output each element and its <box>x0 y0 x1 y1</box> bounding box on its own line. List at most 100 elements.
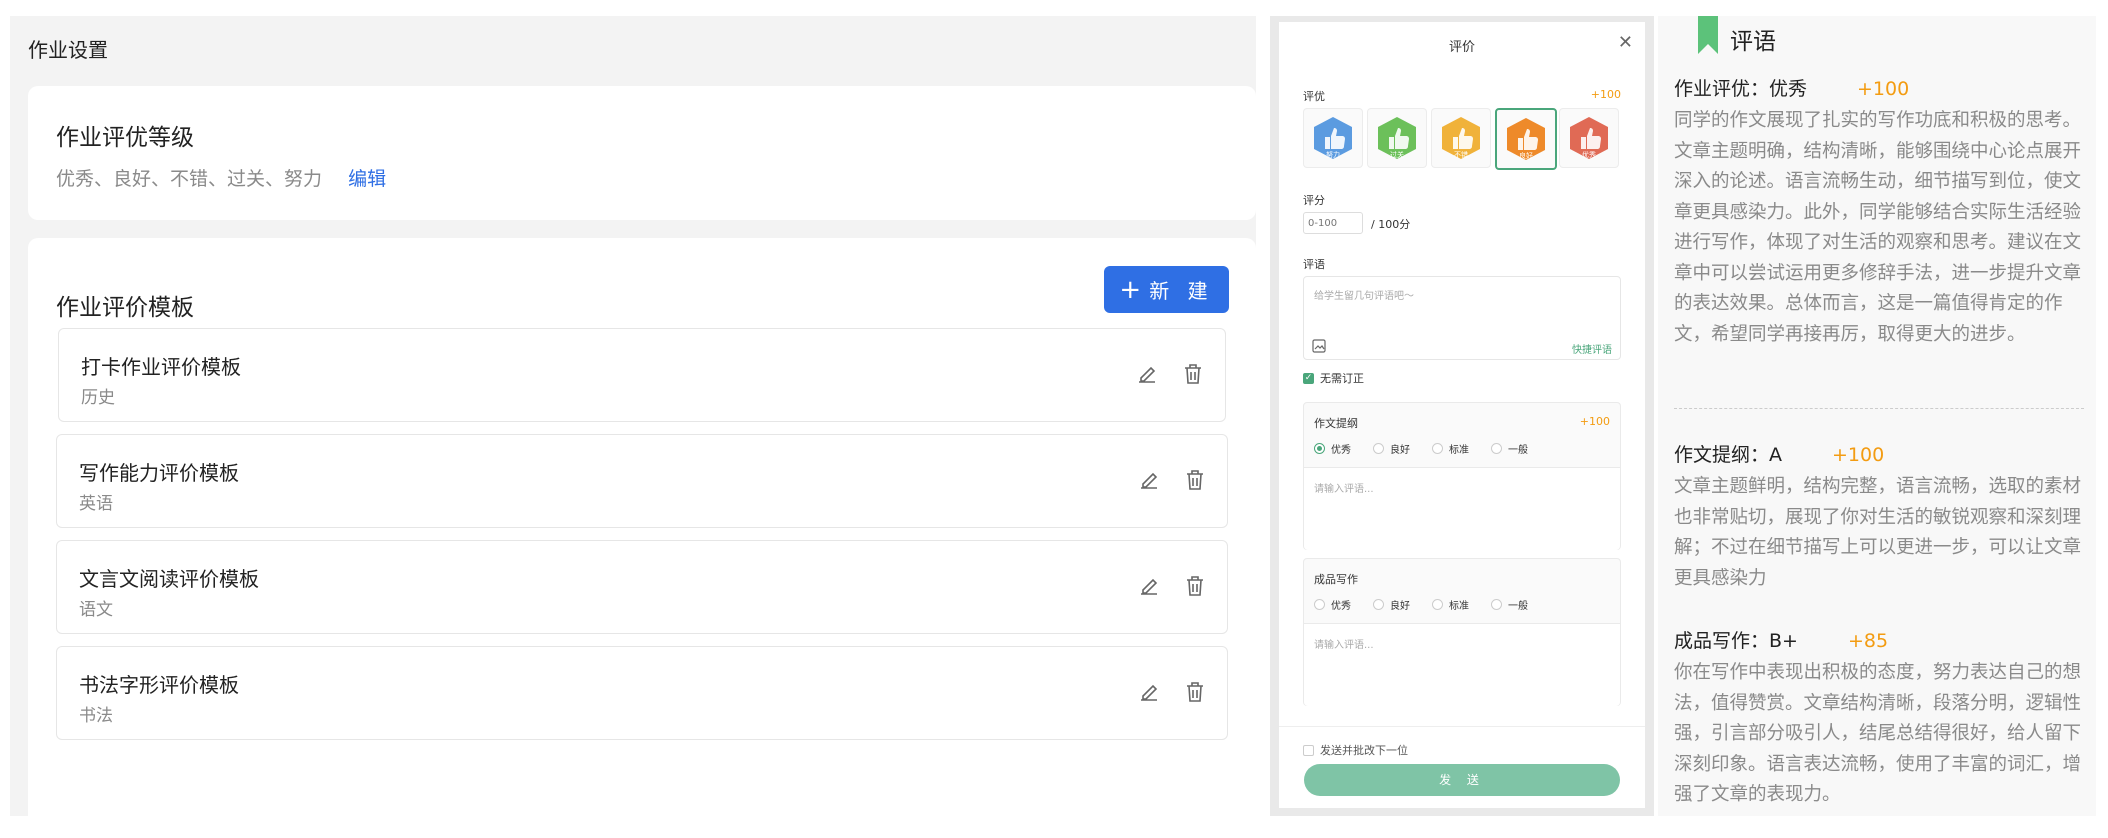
template-name: 打卡作业评价模板 <box>81 355 241 379</box>
badge-icon: 努力 <box>1314 117 1352 159</box>
rubric-title: 成品写作 <box>1314 573 1358 586</box>
badge-option[interactable]: 努力 <box>1303 108 1363 168</box>
image-icon[interactable] <box>1312 339 1326 353</box>
rubric-placeholder: 请输入评语... <box>1314 640 1374 651</box>
comment-placeholder: 给学生留几句评语吧～ <box>1314 291 1414 302</box>
radio-option[interactable]: 良好 <box>1373 441 1410 456</box>
template-name: 文言文阅读评价模板 <box>79 567 259 591</box>
score-unit: / 100分 <box>1371 218 1411 231</box>
rubric-comment-input[interactable]: 请输入评语... <box>1304 623 1620 706</box>
dashed-divider <box>1674 408 2084 409</box>
close-icon[interactable]: ✕ <box>1618 34 1633 52</box>
badge-icon: 不错 <box>1442 117 1480 159</box>
comment-label: 评语 <box>1303 258 1325 271</box>
template-name: 写作能力评价模板 <box>79 461 239 485</box>
radio-icon <box>1373 443 1384 454</box>
score-input[interactable] <box>1303 212 1363 234</box>
plus-icon: + <box>1119 274 1142 305</box>
checkbox-checked-icon: ✓ <box>1303 372 1314 384</box>
rating-score: +100 <box>1590 88 1621 101</box>
new-template-button[interactable]: + 新 建 <box>1104 266 1229 313</box>
radio-label: 良好 <box>1390 601 1410 612</box>
radio-label: 良好 <box>1390 445 1410 456</box>
trash-icon[interactable] <box>1183 680 1207 704</box>
radio-icon <box>1432 599 1443 610</box>
new-button-label: 新 建 <box>1149 279 1214 303</box>
template-subject: 书法 <box>79 706 113 726</box>
radio-option[interactable]: 优秀 <box>1314 441 1351 456</box>
comment-score: +100 <box>1857 78 1910 100</box>
comment-heading: 作业评优：优秀 +100 <box>1674 74 1909 101</box>
radio-icon <box>1491 599 1502 610</box>
radio-option[interactable]: 优秀 <box>1314 597 1351 612</box>
radio-selected-icon <box>1314 443 1325 454</box>
radio-label: 优秀 <box>1331 445 1351 456</box>
checkbox-icon <box>1303 744 1314 756</box>
trash-icon[interactable] <box>1181 362 1205 386</box>
radio-option[interactable]: 一般 <box>1491 597 1528 612</box>
badge-option[interactable]: 优秀 <box>1559 108 1619 168</box>
comment-heading: 成品写作：B+ +85 <box>1674 626 1888 653</box>
template-item[interactable]: 文言文阅读评价模板 语文 <box>56 540 1228 634</box>
template-subject: 英语 <box>79 494 113 514</box>
comment-text: 文章主题鲜明，结构完整，语言流畅，选取的素材也非常贴切，展现了你对生活的敏锐观察… <box>1674 476 2082 589</box>
settings-panel: 作业设置 作业评优等级 优秀、良好、不错、过关、努力 编辑 作业评价模板 + 新… <box>10 16 1256 838</box>
template-subject: 历史 <box>81 388 115 408</box>
badge-label: 过关 <box>1390 150 1404 159</box>
radio-option[interactable]: 标准 <box>1432 441 1469 456</box>
comment-heading-text: 作文提纲：A <box>1674 444 1782 466</box>
rubric-options: 优秀 良好 标准 一般 <box>1314 441 1550 456</box>
radio-label: 标准 <box>1449 445 1469 456</box>
send-next-checkbox[interactable]: 发送并批改下一位 <box>1303 742 1408 758</box>
badge-option[interactable]: 过关 <box>1367 108 1427 168</box>
levels-text: 优秀、良好、不错、过关、努力 <box>56 168 323 190</box>
radio-label: 优秀 <box>1331 601 1351 612</box>
badge-option[interactable]: 良好 <box>1495 108 1557 170</box>
radio-option[interactable]: 标准 <box>1432 597 1469 612</box>
badge-icon: 良好 <box>1507 118 1545 160</box>
comment-text: 同学的作文展现了扎实的写作功底和积极的思考。文章主题明确，结构清晰，能够围绕中心… <box>1674 110 2082 345</box>
radio-icon <box>1432 443 1443 454</box>
rubric-score: +100 <box>1579 415 1610 428</box>
badge-icon: 过关 <box>1378 117 1416 159</box>
comment-score: +100 <box>1832 444 1885 466</box>
quick-comment-link[interactable]: 快捷评语 <box>1572 341 1612 356</box>
edit-icon[interactable] <box>1137 468 1161 492</box>
template-item[interactable]: 书法字形评价模板 书法 <box>56 646 1228 740</box>
rating-label: 评优 <box>1303 90 1325 103</box>
rubric-title: 作文提纲 <box>1314 417 1358 430</box>
level-card: 作业评优等级 优秀、良好、不错、过关、努力 编辑 <box>28 86 1256 220</box>
radio-option[interactable]: 良好 <box>1373 597 1410 612</box>
rubric-options: 优秀 良好 标准 一般 <box>1314 597 1550 612</box>
edit-levels-link[interactable]: 编辑 <box>348 168 386 190</box>
rubric-comment-input[interactable]: 请输入评语... <box>1304 467 1620 550</box>
divider <box>1279 726 1645 727</box>
radio-icon <box>1314 599 1325 610</box>
edit-icon[interactable] <box>1135 362 1159 386</box>
comment-heading-text: 成品写作：B+ <box>1674 630 1798 652</box>
template-card: 作业评价模板 + 新 建 打卡作业评价模板 历史 写作能力评价模板 英语 文言文… <box>28 238 1256 838</box>
edit-icon[interactable] <box>1137 680 1161 704</box>
no-correction-checkbox[interactable]: ✓ 无需订正 <box>1303 370 1364 386</box>
score-label: 评分 <box>1303 194 1325 207</box>
comment-textarea[interactable]: 给学生留几句评语吧～ 快捷评语 <box>1303 276 1621 360</box>
evaluation-dialog: 评价 ✕ 评优 +100 努力过关不错良好优秀 评分 / 100分 评语 给学生… <box>1279 22 1645 808</box>
template-item[interactable]: 打卡作业评价模板 历史 <box>58 328 1226 422</box>
template-name: 书法字形评价模板 <box>79 673 239 697</box>
edit-icon[interactable] <box>1137 574 1161 598</box>
radio-icon <box>1491 443 1502 454</box>
badge-option[interactable]: 不错 <box>1431 108 1491 168</box>
badge-label: 优秀 <box>1582 150 1596 159</box>
template-item[interactable]: 写作能力评价模板 英语 <box>56 434 1228 528</box>
bookmark-icon <box>1698 16 1718 54</box>
level-card-title: 作业评优等级 <box>56 125 194 151</box>
trash-icon[interactable] <box>1183 468 1207 492</box>
radio-option[interactable]: 一般 <box>1491 441 1528 456</box>
comment-text: 你在写作中表现出积极的态度，努力表达自己的想法，值得赞赏。文章结构清晰，段落分明… <box>1674 662 2082 805</box>
comments-header: 评语 <box>1730 29 1776 55</box>
send-button[interactable]: 发 送 <box>1304 764 1620 796</box>
badge-label: 不错 <box>1454 150 1468 159</box>
trash-icon[interactable] <box>1183 574 1207 598</box>
comments-panel: 评语 作业评优：优秀 +100 同学的作文展现了扎实的写作功底和积极的思考。文章主… <box>1658 16 2096 816</box>
rubric-section: 作文提纲 +100 优秀 良好 标准 一般 请输入评语... <box>1303 402 1621 550</box>
